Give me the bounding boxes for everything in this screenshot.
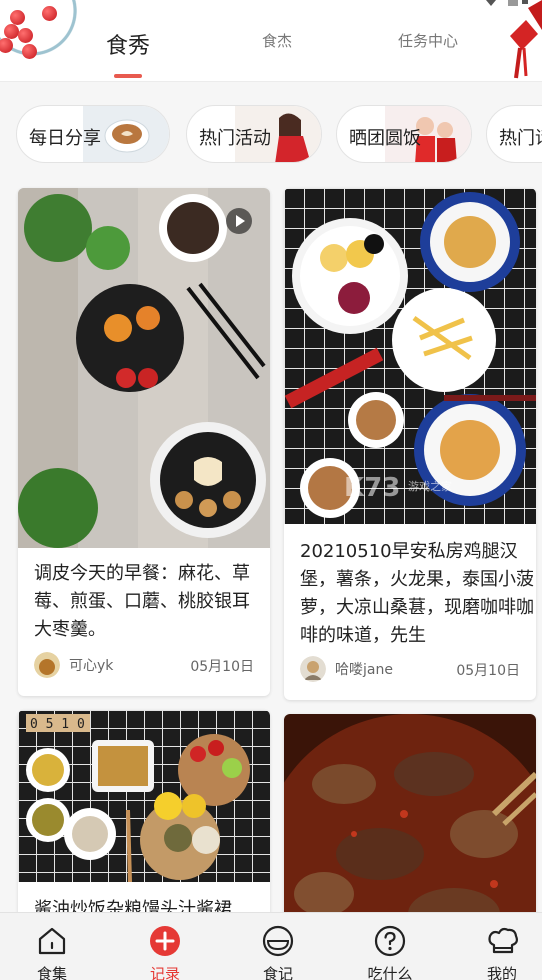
- chip-hot-topics[interactable]: 热门话: [486, 105, 542, 163]
- status-bar-icons: [486, 0, 528, 6]
- nav-food-diary[interactable]: 食记: [228, 913, 328, 980]
- nav-what-to-eat[interactable]: 吃什么: [340, 913, 440, 980]
- author-name: 哈喽jane: [335, 662, 393, 678]
- post-photo: [18, 188, 270, 548]
- tab-shijie[interactable]: 食杰: [262, 30, 292, 51]
- nav-label: 吃什么: [367, 965, 413, 980]
- post-title: 20210510早安私房鸡腿汉堡，薯条，火龙果，泰国小菠萝，大凉山桑葚，现磨咖啡…: [300, 541, 534, 646]
- bottom-navigation: 食集 记录 食记 吃什么 我的: [0, 912, 542, 980]
- nav-label: 记录: [149, 965, 180, 980]
- nav-label: 我的: [486, 965, 517, 980]
- nav-label: 食记: [262, 965, 293, 980]
- watermark: K73 游戏之家: [344, 473, 452, 503]
- chef-hat-icon: [488, 927, 518, 954]
- question-icon: [374, 925, 406, 957]
- tab-shixiu[interactable]: 食秀: [106, 28, 150, 60]
- active-tab-indicator: [114, 74, 142, 78]
- tab-task-center[interactable]: 任务中心: [398, 30, 458, 51]
- chip-reunion-dinner[interactable]: 晒团圆饭: [336, 105, 472, 163]
- chip-label: 热门话: [499, 128, 542, 149]
- chip-label: 热门活动: [199, 128, 271, 149]
- bowl-icon: [262, 925, 294, 957]
- nav-label: 食集: [36, 965, 67, 980]
- header-decoration-knot: [510, 0, 542, 79]
- feed-card[interactable]: 调皮今天的早餐：麻花、草莓、煎蛋、口蘑、桃胶银耳大枣羹。 可心yk 05月10日: [18, 188, 270, 696]
- nav-shiji[interactable]: 食集: [2, 913, 102, 980]
- watermark-text: K73: [344, 473, 400, 503]
- photo-counter-text: 0 5 1 0: [30, 717, 85, 732]
- post-date: 05月10日: [456, 663, 520, 679]
- chip-label: 晒团圆饭: [349, 128, 421, 149]
- post-photo: 0 5 1 0: [18, 710, 270, 882]
- post-author[interactable]: 哈喽jane: [300, 656, 393, 682]
- chip-hot-events[interactable]: 热门活动: [186, 105, 322, 163]
- chip-daily-share[interactable]: 每日分享: [16, 105, 170, 163]
- avatar: [34, 652, 60, 678]
- home-icon: [38, 927, 66, 955]
- watermark-subtext: 游戏之家: [408, 479, 452, 493]
- nav-record[interactable]: 记录: [115, 913, 215, 980]
- top-header: 食秀 食杰 任务中心: [0, 0, 542, 82]
- chip-label: 每日分享: [29, 128, 101, 149]
- category-chips: 每日分享 热门活动 晒团圆饭 热门话: [0, 100, 542, 170]
- header-decoration-skewers: [0, 0, 82, 72]
- plus-circle-icon: [150, 926, 180, 956]
- author-name: 可心yk: [69, 658, 114, 674]
- post-author[interactable]: 可心yk: [34, 652, 113, 678]
- video-play-icon[interactable]: [226, 208, 252, 234]
- post-title: 调皮今天的早餐：麻花、草莓、煎蛋、口蘑、桃胶银耳大枣羹。: [34, 563, 250, 640]
- avatar: [300, 656, 326, 682]
- post-date: 05月10日: [190, 659, 254, 675]
- nav-mine[interactable]: 我的: [452, 913, 542, 980]
- feed-card[interactable]: K73 游戏之家 20210510早安私房鸡腿汉堡，薯条，火龙果，泰国小菠萝，大…: [284, 188, 536, 700]
